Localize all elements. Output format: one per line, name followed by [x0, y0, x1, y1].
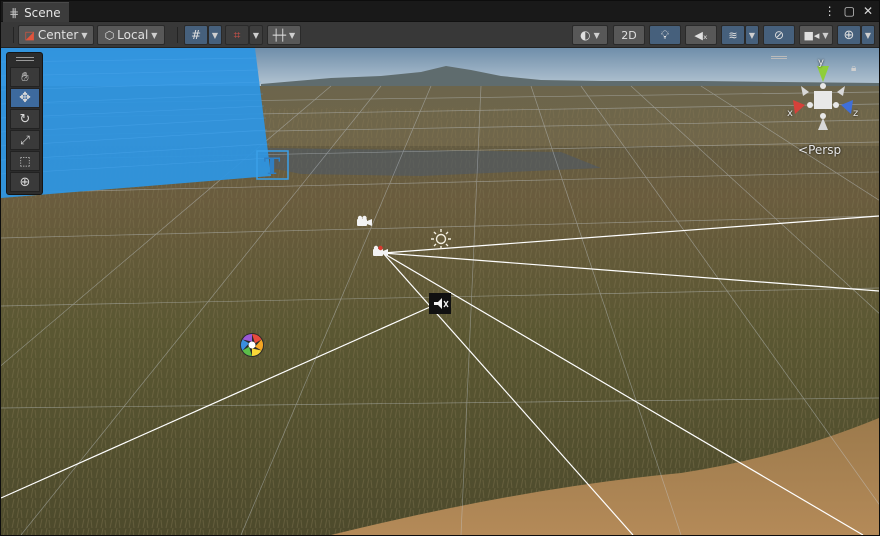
layers-icon: ≋ — [728, 28, 738, 42]
chevron-down-icon: ▼ — [81, 30, 88, 40]
overlay-grip[interactable] — [16, 57, 34, 61]
hand-icon: ✋︎ — [21, 69, 29, 85]
chevron-down-icon: ▼ — [151, 30, 158, 40]
pivot-rotation-label: Local — [117, 28, 149, 42]
snap-grid-icon: ⌗ — [233, 27, 241, 42]
grid-options-dropdown[interactable]: ▼ — [208, 25, 222, 45]
tools-overlay: ✋︎ ✥ ↻ ⤢ ⬚ ⊕ — [6, 52, 43, 195]
chevron-left-icon: < — [798, 143, 809, 157]
pivot-center-icon: ◪ — [24, 28, 35, 42]
toolbar-separator — [177, 27, 178, 43]
maximize-icon[interactable]: ▢ — [844, 4, 855, 18]
move-arrows-icon: ✥ — [19, 90, 31, 106]
projection-label: Persp — [808, 143, 842, 157]
globe-icon: ⊕ — [843, 27, 855, 43]
svg-text:T: T — [264, 154, 281, 180]
scale-icon: ⤢ — [20, 132, 30, 147]
audio-source-icon[interactable] — [429, 293, 451, 314]
lighting-toggle-button[interactable]: 💡︎ — [649, 25, 681, 45]
pivot-mode-label: Center — [37, 28, 79, 42]
chevron-down-icon: ▼ — [211, 30, 219, 40]
rotate-tool-button[interactable]: ↻ — [10, 109, 40, 129]
scene-window: ⋕ Scene ⋮ ▢ ✕ ◪ Center ▼ ⬡ Local ▼ # ▼ ⌗ — [0, 0, 880, 536]
ruler-icon: ┼┼ — [272, 28, 287, 42]
lock-icon[interactable]: 🔒︎ — [851, 63, 856, 74]
chevron-down-icon: ▼ — [864, 30, 872, 40]
rotate-icon: ↻ — [19, 111, 31, 127]
camera-settings-dropdown[interactable]: ■◂ ▼ — [799, 25, 833, 45]
chevron-down-icon: ▼ — [289, 30, 296, 40]
draw-mode-dropdown[interactable]: ◐ ▼ — [572, 25, 608, 45]
gizmo-x-label: x — [787, 108, 793, 119]
video-camera-icon: ■◂ — [803, 28, 820, 42]
cube-icon: ⬡ — [104, 28, 115, 42]
scale-tool-button[interactable]: ⤢ — [10, 130, 40, 150]
grid-toggle-button[interactable]: # — [184, 25, 208, 45]
gizmo-z-label: z — [853, 108, 859, 119]
gizmos-toggle-button[interactable]: ⊕ — [837, 25, 861, 45]
gizmo-drag-handle[interactable] — [771, 56, 787, 59]
light-bulb-icon: 💡︎ — [660, 27, 670, 42]
rect-icon: ⬚ — [19, 154, 31, 168]
toolbar-grip — [13, 27, 14, 43]
transform-icon: ⊕ — [19, 174, 31, 190]
projection-toggle[interactable]: <Persp — [798, 143, 841, 157]
reflection-probe-icon[interactable] — [240, 333, 264, 357]
window-controls: ⋮ ▢ ✕ — [824, 4, 873, 18]
shaded-sphere-icon: ◐ — [580, 28, 591, 42]
tab-scene-label: Scene — [24, 5, 61, 20]
toggle-2d-label: 2D — [621, 28, 637, 42]
chevron-down-icon: ▼ — [252, 30, 260, 40]
snap-toggle-button[interactable]: ⌗ — [225, 25, 249, 45]
tab-bar: ⋕ Scene ⋮ ▢ ✕ — [1, 1, 879, 22]
scene-visibility-button[interactable]: ⊘ — [763, 25, 795, 45]
grid-icon: # — [190, 28, 202, 42]
audio-mute-icon: ◀ₓ — [694, 28, 708, 42]
gizmo-y-label: y — [818, 57, 824, 68]
move-tool-button[interactable]: ✥ — [10, 88, 40, 108]
eye-slash-icon: ⊘ — [773, 28, 785, 42]
kebab-menu-icon[interactable]: ⋮ — [824, 4, 836, 18]
chevron-down-icon: ▼ — [593, 30, 600, 40]
scene-viewport[interactable]: T y x z — [1, 48, 879, 535]
scene-render[interactable]: T — [1, 48, 879, 535]
scene-toolbar: ◪ Center ▼ ⬡ Local ▼ # ▼ ⌗ ▼ ┼┼ ▼ ◐ ▼ 2D… — [1, 22, 879, 48]
hand-tool-button[interactable]: ✋︎ — [10, 67, 40, 87]
increment-snap-dropdown[interactable]: ┼┼ ▼ — [267, 25, 301, 45]
gizmos-options-dropdown[interactable]: ▼ — [861, 25, 875, 45]
tab-scene[interactable]: ⋕ Scene — [3, 2, 69, 22]
toggle-2d-button[interactable]: 2D — [613, 25, 645, 45]
effects-options-dropdown[interactable]: ▼ — [745, 25, 759, 45]
hash-grid-icon: ⋕ — [9, 5, 20, 20]
chevron-down-icon: ▼ — [822, 30, 829, 40]
close-icon[interactable]: ✕ — [863, 4, 873, 18]
effects-toggle-button[interactable]: ≋ — [721, 25, 745, 45]
audio-toggle-button[interactable]: ◀ₓ — [685, 25, 717, 45]
snap-options-dropdown[interactable]: ▼ — [249, 25, 263, 45]
pivot-mode-dropdown[interactable]: ◪ Center ▼ — [18, 25, 94, 45]
rect-tool-button[interactable]: ⬚ — [10, 151, 40, 171]
chevron-down-icon: ▼ — [748, 30, 756, 40]
pivot-rotation-dropdown[interactable]: ⬡ Local ▼ — [97, 25, 165, 45]
transform-tool-button[interactable]: ⊕ — [10, 172, 40, 192]
